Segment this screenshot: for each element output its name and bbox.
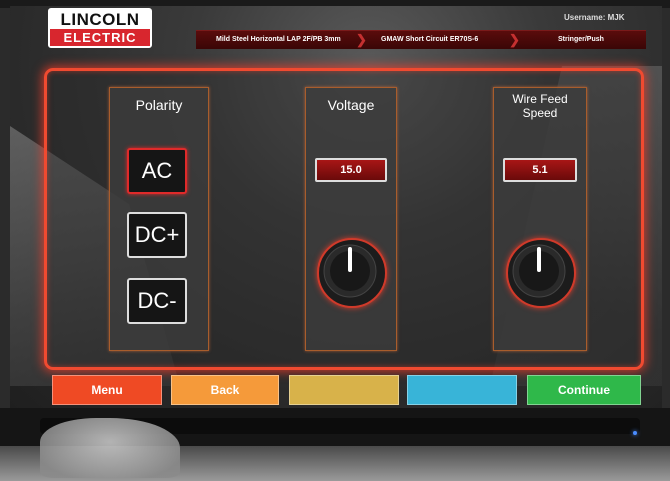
wire-feed-knob[interactable]	[506, 238, 576, 308]
knob-dial-icon	[323, 244, 377, 298]
blank-button-1[interactable]	[289, 375, 399, 405]
breadcrumb-item-technique[interactable]: Stringer/Push	[558, 31, 604, 49]
breadcrumb-item-process[interactable]: GMAW Short Circuit ER70S-6	[381, 31, 478, 49]
logo-text-bottom: ELECTRIC	[50, 29, 150, 46]
wire-feed-title-line1: Wire Feed	[512, 92, 568, 106]
knob-dial-icon	[512, 244, 566, 298]
polarity-column: Polarity AC DC+ DC-	[109, 87, 209, 351]
polarity-ac-button[interactable]: AC	[127, 148, 187, 194]
voltage-column: Voltage 15.0	[305, 87, 397, 351]
voltage-readout: 15.0	[315, 158, 387, 182]
polarity-dc-minus-button[interactable]: DC-	[127, 278, 187, 324]
power-led-icon	[633, 431, 637, 435]
logo-text-top: LINCOLN	[50, 10, 150, 29]
voltage-knob[interactable]	[317, 238, 387, 308]
lincoln-electric-logo: LINCOLN ELECTRIC	[48, 8, 152, 48]
settings-panel: Polarity AC DC+ DC- Voltage 15.0 Wire Fe…	[44, 68, 644, 370]
polarity-dc-plus-button[interactable]: DC+	[127, 212, 187, 258]
wire-feed-column: Wire Feed Speed 5.1	[493, 87, 587, 351]
chevron-right-icon: ❯	[356, 32, 367, 47]
blank-button-2[interactable]	[407, 375, 517, 405]
continue-button[interactable]: Continue	[527, 375, 641, 405]
polarity-title: Polarity	[135, 97, 183, 113]
voltage-title: Voltage	[327, 97, 375, 113]
chevron-right-icon: ❯	[509, 32, 520, 47]
menu-button[interactable]: Menu	[52, 375, 162, 405]
back-button[interactable]: Back	[171, 375, 279, 405]
wire-feed-title-line2: Speed	[522, 106, 558, 120]
wire-feed-readout: 5.1	[503, 158, 577, 182]
breadcrumb-item-material[interactable]: Mild Steel Horizontal LAP 2F/PB 3mm	[216, 31, 341, 49]
operator-hand	[40, 418, 180, 478]
username-label: Username: MJK	[564, 13, 625, 22]
breadcrumb: Mild Steel Horizontal LAP 2F/PB 3mm ❯ GM…	[196, 30, 646, 49]
